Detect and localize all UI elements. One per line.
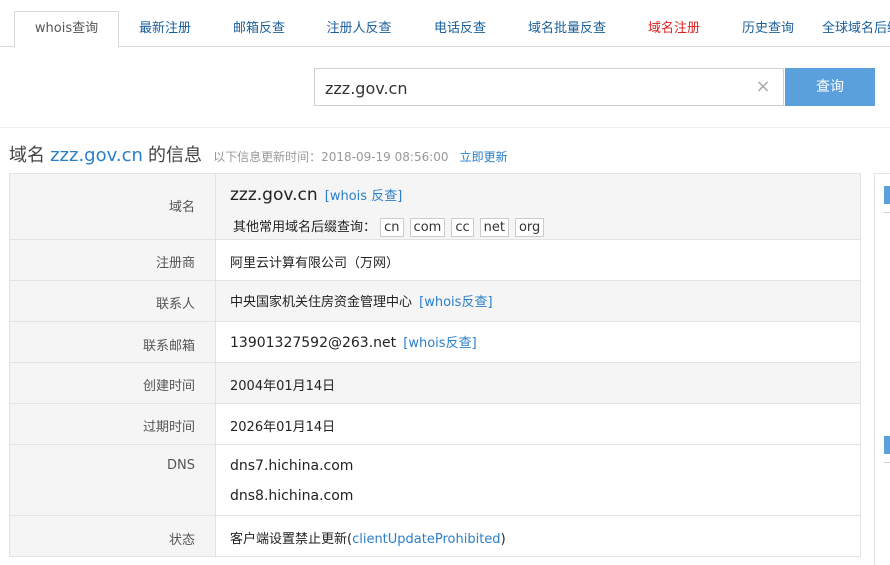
row-created: 创建时间 2004年01月14日 [9,363,861,404]
tab-bulk-reverse[interactable]: 域名批量反查 [515,12,619,46]
other-suffix-label: 其他常用域名后缀查询： [233,220,377,235]
domain-value: zzz.gov.cn [230,185,318,205]
title-suffix: 的信息 [147,145,202,166]
search-box: × [314,68,784,106]
row-email: 联系邮箱 13901327592@263.net [whois反查] [9,322,861,363]
divider [0,127,890,128]
tab-registrant-reverse[interactable]: 注册人反查 [313,12,405,46]
suffix-cn[interactable]: cn [380,218,404,237]
tab-new-registrations[interactable]: 最新注册 [125,12,205,46]
email-whois-reverse-link[interactable]: [whois反查] [403,336,476,351]
contact-whois-reverse-link[interactable]: [whois反查] [419,295,492,310]
row-domain: 域名 zzz.gov.cn [whois 反查] 其他常用域名后缀查询： cn c… [9,174,861,240]
row-expires: 过期时间 2026年01月14日 [9,404,861,445]
row-registrar: 注册商 阿里云计算有限公司（万网） [9,240,861,281]
registrar-value: 阿里云计算有限公司（万网） [230,256,400,271]
row-contact: 联系人 中央国家机关住房资金管理中心 [whois反查] [9,281,861,322]
title-domain: zzz.gov.cn [50,145,143,166]
expires-value: 2026年01月14日 [230,420,336,435]
suffix-org[interactable]: org [514,218,545,237]
right-sidebar [874,173,890,565]
update-now-link[interactable]: 立即更新 [460,150,508,164]
update-time: 以下信息更新时间：2018-09-19 08:56:00 [213,150,449,164]
label-registrar: 注册商 [155,256,195,271]
label-status: 状态 [168,533,195,548]
suffix-cc[interactable]: cc [451,218,474,237]
status-text: 客户端设置禁止更新( [230,532,353,547]
label-expires: 过期时间 [142,420,195,435]
label-dns: DNS [167,458,195,473]
status-code-link[interactable]: clientUpdateProhibited [352,532,500,547]
tab-history[interactable]: 历史查询 [728,12,808,46]
sidebar-accent-top [884,186,890,204]
domain-whois-reverse-link[interactable]: [whois 反查] [325,189,403,204]
search-button[interactable]: 查询 [785,68,875,106]
contact-value: 中央国家机关住房资金管理中心 [230,295,413,310]
tab-whois[interactable]: whois查询 [14,11,119,48]
sidebar-divider [884,212,890,213]
dns-value-1: dns7.hichina.com [230,458,354,474]
suffix-com[interactable]: com [409,218,446,237]
status-close: ) [500,532,506,547]
tab-global-suffixes[interactable]: 全球域名后缀 [822,12,890,46]
label-created: 创建时间 [142,379,195,394]
row-dns: DNS dns7.hichina.com dns8.hichina.com [9,445,861,516]
dns-value-2: dns8.hichina.com [230,488,354,504]
label-contact: 联系人 [155,297,195,312]
clear-icon[interactable]: × [753,77,773,97]
whois-table: 域名 zzz.gov.cn [whois 反查] 其他常用域名后缀查询： cn c… [9,173,861,557]
page-title: 域名 zzz.gov.cn 的信息 以下信息更新时间：2018-09-19 08… [9,141,508,167]
sidebar-accent-bottom [884,436,890,454]
tab-email-reverse[interactable]: 邮箱反查 [219,12,299,46]
title-prefix: 域名 [9,145,45,166]
sidebar-divider [884,462,890,463]
email-value: 13901327592@263.net [230,335,397,351]
tab-domain-register[interactable]: 域名注册 [634,12,714,46]
label-domain: 域名 [168,200,195,215]
label-email: 联系邮箱 [142,339,195,354]
created-value: 2004年01月14日 [230,379,336,394]
nav-tabs: whois查询 最新注册 邮箱反查 注册人反查 电话反查 域名批量反查 域名注册… [0,0,890,48]
suffix-net[interactable]: net [479,218,509,237]
search-input[interactable] [325,77,745,99]
row-status: 状态 客户端设置禁止更新(clientUpdateProhibited) [9,516,861,557]
tab-phone-reverse[interactable]: 电话反查 [420,12,500,46]
